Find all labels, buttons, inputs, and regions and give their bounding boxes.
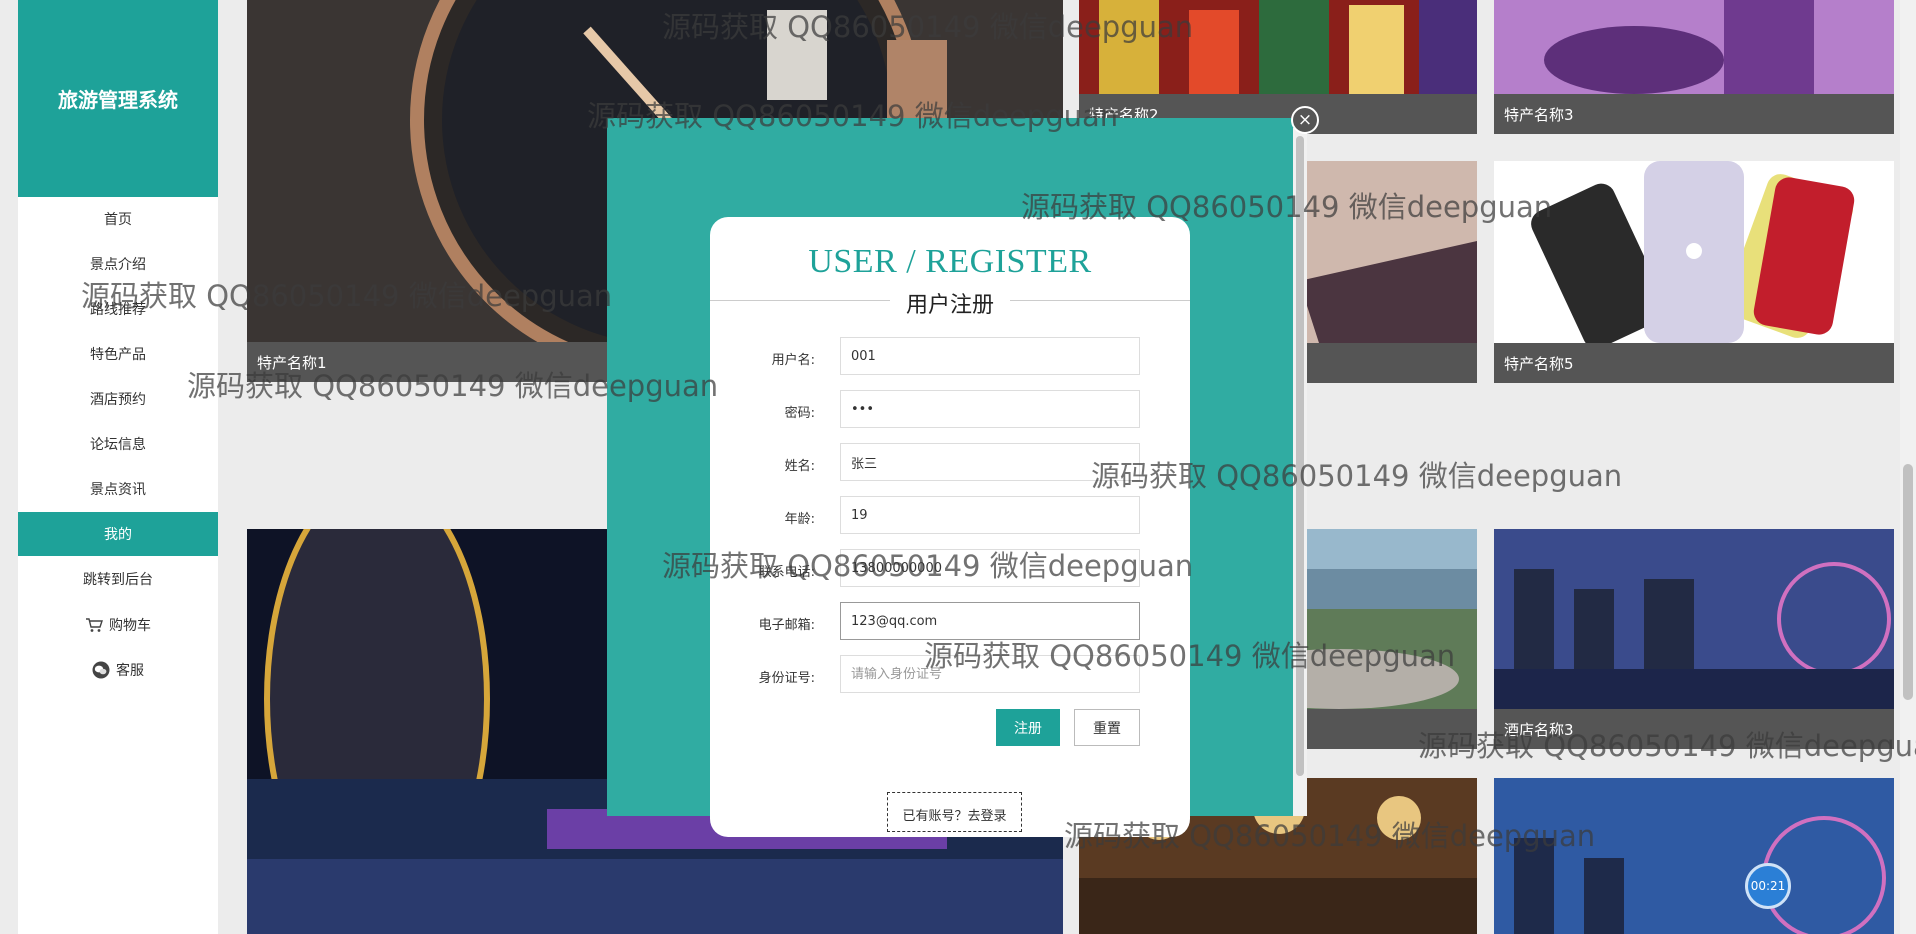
cosmetics-image bbox=[1494, 0, 1894, 94]
email-label: 电子邮箱: bbox=[758, 618, 815, 633]
sidebar-item-news[interactable]: 景点资讯 bbox=[18, 467, 218, 511]
phone-image bbox=[1494, 161, 1894, 343]
modal-scrollbar-thumb[interactable] bbox=[1296, 136, 1304, 776]
sidebar-item-home[interactable]: 首页 bbox=[18, 197, 218, 241]
hotel-tile-5[interactable] bbox=[1494, 778, 1894, 934]
product-tile-5[interactable]: 特产名称5 bbox=[1494, 161, 1894, 383]
phone-input[interactable] bbox=[840, 549, 1140, 587]
login-link[interactable]: 已有账号？去登录 bbox=[887, 792, 1022, 832]
sidebar-item-forum[interactable]: 论坛信息 bbox=[18, 422, 218, 466]
sidebar-item-support[interactable]: 客服 bbox=[18, 648, 218, 692]
sidebar-item-hotels[interactable]: 酒店预约 bbox=[18, 377, 218, 421]
product-tile-3[interactable]: 特产名称3 bbox=[1494, 0, 1894, 134]
cart-icon bbox=[86, 618, 103, 632]
username-input[interactable] bbox=[840, 337, 1140, 375]
sidebar-item-attractions[interactable]: 景点介绍 bbox=[18, 242, 218, 286]
product-tile-2[interactable]: 特产名称2 bbox=[1079, 0, 1477, 134]
name-input[interactable] bbox=[840, 443, 1140, 481]
product-caption-3: 特产名称3 bbox=[1494, 94, 1894, 134]
city-night-image bbox=[1494, 778, 1894, 934]
product-caption-5: 特产名称5 bbox=[1494, 343, 1894, 383]
email-input[interactable] bbox=[840, 602, 1140, 640]
sidebar-item-products[interactable]: 特色产品 bbox=[18, 332, 218, 376]
sidebar-item-mine[interactable]: 我的 bbox=[18, 512, 218, 556]
close-icon[interactable]: × bbox=[1291, 106, 1319, 134]
brand-title: 旅游管理系统 bbox=[18, 0, 218, 197]
age-label: 年龄: bbox=[784, 512, 815, 527]
register-card: USER / REGISTER 用户注册 用户名: 密码: 姓名: 年龄: 联系… bbox=[710, 217, 1190, 837]
sidebar-item-admin[interactable]: 跳转到后台 bbox=[18, 557, 218, 601]
hotel-caption-3: 酒店名称3 bbox=[1494, 709, 1894, 749]
wechat-icon bbox=[92, 661, 110, 679]
name-label: 姓名: bbox=[784, 459, 815, 474]
sidebar-item-cart-label: 购物车 bbox=[109, 618, 151, 634]
password-input[interactable] bbox=[840, 390, 1140, 428]
sidebar-item-support-label: 客服 bbox=[116, 663, 144, 679]
page-scrollbar-thumb[interactable] bbox=[1903, 464, 1913, 700]
idcard-input[interactable] bbox=[840, 655, 1140, 693]
snacks-image bbox=[1079, 0, 1477, 94]
register-subtitle: 用户注册 bbox=[890, 287, 1010, 319]
reset-button[interactable]: 重置 bbox=[1074, 709, 1140, 746]
idcard-label: 身份证号: bbox=[758, 671, 815, 686]
sidebar-item-routes[interactable]: 路线推荐 bbox=[18, 287, 218, 331]
sidebar: 旅游管理系统 首页 景点介绍 路线推荐 特色产品 酒店预约 论坛信息 景点资讯 … bbox=[18, 0, 218, 934]
ferris-wheel-image bbox=[1494, 529, 1894, 709]
timer-badge: 00:21 bbox=[1745, 863, 1791, 909]
username-label: 用户名: bbox=[771, 353, 815, 368]
password-label: 密码: bbox=[784, 406, 815, 421]
register-button[interactable]: 注册 bbox=[996, 709, 1060, 746]
register-title: USER / REGISTER bbox=[808, 243, 1092, 280]
age-input[interactable] bbox=[840, 496, 1140, 534]
hotel-tile-3[interactable]: 酒店名称3 bbox=[1494, 529, 1894, 749]
phone-label: 联系电话: bbox=[758, 565, 815, 580]
sidebar-item-cart[interactable]: 购物车 bbox=[18, 603, 218, 647]
